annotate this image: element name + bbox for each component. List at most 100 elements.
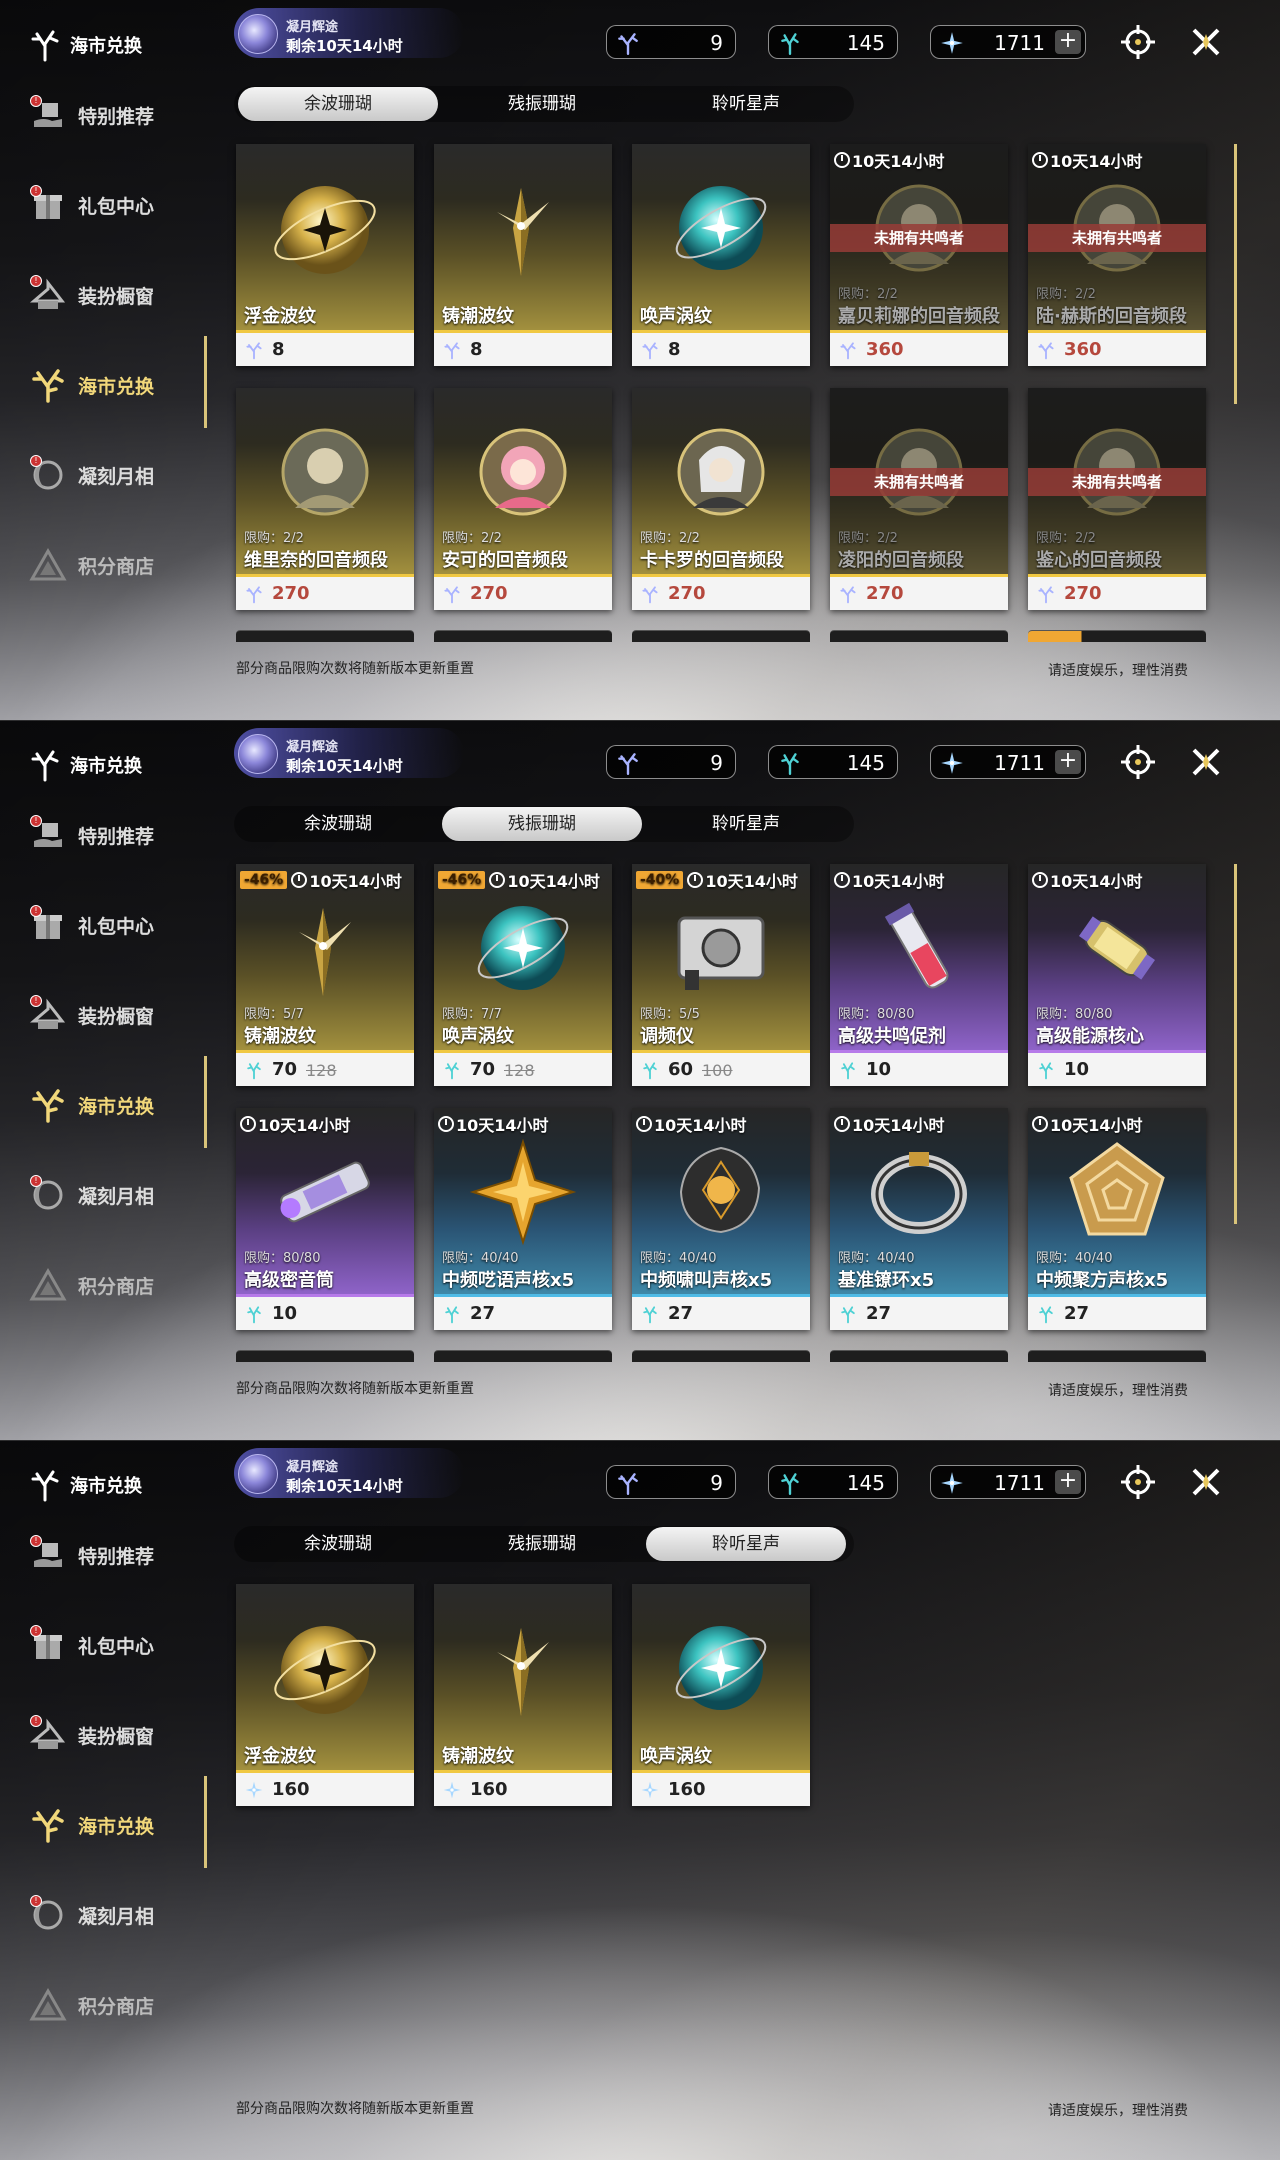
tab-1[interactable]: 余波珊瑚 — [238, 807, 438, 841]
sidebar-item-6[interactable]: 积分商店 — [28, 540, 208, 590]
next-row-card-peek — [632, 1350, 810, 1362]
close-icon[interactable] — [1186, 1462, 1226, 1502]
shop-item-card[interactable]: 浮金波纹 8 — [236, 144, 414, 366]
scrollbar[interactable] — [1234, 864, 1237, 1224]
tab-2[interactable]: 残振珊瑚 — [442, 807, 642, 841]
timer-text: 10天14小时 — [456, 1116, 549, 1135]
event-banner[interactable]: 凝月辉途 剩余10天14小时 — [234, 1448, 464, 1498]
crosshair-icon[interactable] — [1118, 22, 1158, 62]
event-orb-icon — [238, 734, 278, 774]
shop-item-card[interactable]: 唤声涡纹 8 — [632, 144, 810, 366]
sidebar-item-1[interactable]: ! 特别推荐 — [28, 810, 208, 860]
sidebar-item-label: 海市兑换 — [78, 375, 155, 398]
shop-item-card[interactable]: -40% 10天14小时 限购：5/5 调频仪 60 100 — [632, 864, 810, 1086]
next-row-card-peek — [236, 1350, 414, 1362]
item-teal-orb-image — [463, 888, 583, 1008]
add-currency-button[interactable]: + — [1055, 1470, 1081, 1494]
add-currency-button[interactable]: + — [1055, 30, 1081, 54]
footer-note: 部分商品限购次数将随新版本更新重置 — [236, 1381, 474, 1397]
shop-item-card[interactable]: 10天14小时 限购：40/40 中频聚方声核x5 27 — [1028, 1108, 1206, 1330]
sidebar-item-5[interactable]: ! 凝刻月相 — [28, 450, 208, 500]
shop-item-card[interactable]: 10天14小时 限购：80/80 高级共鸣促剂 10 — [830, 864, 1008, 1086]
sidebar-header: 海市兑换 — [28, 28, 142, 62]
item-price: 27 — [866, 1303, 892, 1324]
shop-item-card[interactable]: -46% 10天14小时 限购：7/7 唤声涡纹 70 128 — [434, 864, 612, 1086]
item-timer: 10天14小时 — [1032, 1112, 1143, 1136]
crosshair-icon[interactable] — [1118, 742, 1158, 782]
item-name: 维里奈的回音频段 — [244, 550, 388, 571]
sidebar-item-2[interactable]: ! 礼包中心 — [28, 900, 208, 950]
not-owned-banner: 未拥有共鸣者 — [1028, 468, 1206, 496]
shop-item-card[interactable]: 未拥有共鸣者 限购：2/2 鉴心的回音频段 270 — [1028, 388, 1206, 610]
sidebar-item-6[interactable]: 积分商店 — [28, 1260, 208, 1310]
shop-item-card[interactable]: 10天14小时 限购：40/40 中频呓语声核x5 27 — [434, 1108, 612, 1330]
clock-icon — [1032, 1116, 1048, 1132]
shop-item-card[interactable]: 10天14小时 限购：40/40 中频啸叫声核x5 27 — [632, 1108, 810, 1330]
shop-item-card[interactable]: 浮金波纹 160 — [236, 1584, 414, 1806]
shop-item-card[interactable]: 10天14小时 未拥有共鸣者 限购：2/2 陆·赫斯的回音频段 360 — [1028, 144, 1206, 366]
shop-item-card[interactable]: 铸潮波纹 160 — [434, 1584, 612, 1806]
tab-1[interactable]: 余波珊瑚 — [238, 1527, 438, 1561]
shop-item-card[interactable]: -46% 10天14小时 限购：5/7 铸潮波纹 70 128 — [236, 864, 414, 1086]
purchase-limit: 限购：5/5 — [640, 1007, 700, 1022]
item-price-bar: 270 — [434, 577, 612, 610]
sidebar-item-5[interactable]: ! 凝刻月相 — [28, 1890, 208, 1940]
shop-item-card[interactable]: 10天14小时 限购：80/80 高级能源核心 10 — [1028, 864, 1206, 1086]
sidebar-item-1[interactable]: ! 特别推荐 — [28, 1530, 208, 1580]
sidebar-item-3[interactable]: ! 装扮橱窗 — [28, 990, 208, 1040]
currency-2: 145 — [768, 1465, 898, 1499]
item-price-bar: 27 — [830, 1297, 1008, 1330]
sidebar-item-4[interactable]: 海市兑换 — [28, 1080, 208, 1130]
sidebar-item-5[interactable]: ! 凝刻月相 — [28, 1170, 208, 1220]
sidebar-item-label: 礼包中心 — [78, 195, 155, 218]
purchase-limit: 限购：2/2 — [640, 531, 700, 546]
shop-item-card[interactable]: 10天14小时 限购：80/80 高级密音筒 10 — [236, 1108, 414, 1330]
shop-item-card[interactable]: 限购：2/2 维里奈的回音频段 270 — [236, 388, 414, 610]
sidebar-item-2[interactable]: ! 礼包中心 — [28, 180, 208, 230]
tab-2[interactable]: 残振珊瑚 — [442, 1527, 642, 1561]
coral-teal-icon — [640, 1060, 660, 1080]
close-icon[interactable] — [1186, 22, 1226, 62]
not-owned-banner: 未拥有共鸣者 — [1028, 224, 1206, 252]
timer-text: 10天14小时 — [1050, 152, 1143, 171]
crosshair-icon[interactable] — [1118, 1462, 1158, 1502]
shop-item-card[interactable]: 限购：2/2 卡卡罗的回音频段 270 — [632, 388, 810, 610]
sidebar-item-2[interactable]: ! 礼包中心 — [28, 1620, 208, 1670]
shop-item-card[interactable]: 10天14小时 未拥有共鸣者 限购：2/2 嘉贝莉娜的回音频段 360 — [830, 144, 1008, 366]
shop-item-card[interactable]: 未拥有共鸣者 限购：2/2 凌阳的回音频段 270 — [830, 388, 1008, 610]
event-banner[interactable]: 凝月辉途 剩余10天14小时 — [234, 8, 464, 58]
sidebar-item-3[interactable]: ! 装扮橱窗 — [28, 1710, 208, 1760]
shop-item-card[interactable]: 限购：2/2 安可的回音频段 270 — [434, 388, 612, 610]
tab-3[interactable]: 聆听星声 — [646, 1527, 846, 1561]
item-name: 陆·赫斯的回音频段 — [1036, 306, 1187, 327]
event-banner[interactable]: 凝月辉途 剩余10天14小时 — [234, 728, 464, 778]
item-name: 唤声涡纹 — [442, 1026, 514, 1047]
sidebar-item-6[interactable]: 积分商店 — [28, 1980, 208, 2030]
currency-value: 1711 — [994, 31, 1045, 55]
sidebar-item-3[interactable]: ! 装扮橱窗 — [28, 270, 208, 320]
item-name: 铸潮波纹 — [442, 306, 514, 327]
sidebar-item-label: 积分商店 — [78, 1995, 155, 2018]
next-row-card-peek — [434, 1350, 612, 1362]
timer-text: 10天14小时 — [852, 152, 945, 171]
shop-item-card[interactable]: 10天14小时 限购：40/40 基准镣环x5 27 — [830, 1108, 1008, 1330]
notification-badge: ! — [30, 1625, 42, 1637]
tab-3[interactable]: 聆听星声 — [646, 807, 846, 841]
tab-3[interactable]: 聆听星声 — [646, 87, 846, 121]
coral-tree-icon — [28, 1468, 62, 1502]
shop-item-card[interactable]: 唤声涡纹 160 — [632, 1584, 810, 1806]
sidebar-item-4[interactable]: 海市兑换 — [28, 360, 208, 410]
close-icon[interactable] — [1186, 742, 1226, 782]
sidebar-item-4[interactable]: 海市兑换 — [28, 1800, 208, 1850]
sidebar-item-1[interactable]: ! 特别推荐 — [28, 90, 208, 140]
next-row-card-peek — [434, 630, 612, 642]
tab-1[interactable]: 余波珊瑚 — [238, 87, 438, 121]
item-name: 高级能源核心 — [1036, 1026, 1144, 1047]
item-name: 高级密音筒 — [244, 1270, 334, 1291]
add-currency-button[interactable]: + — [1055, 750, 1081, 774]
scrollbar[interactable] — [1234, 144, 1237, 404]
coral-teal-icon — [1036, 1060, 1056, 1080]
panel-divider — [0, 1440, 1280, 1441]
tab-2[interactable]: 残振珊瑚 — [442, 87, 642, 121]
shop-item-card[interactable]: 铸潮波纹 8 — [434, 144, 612, 366]
